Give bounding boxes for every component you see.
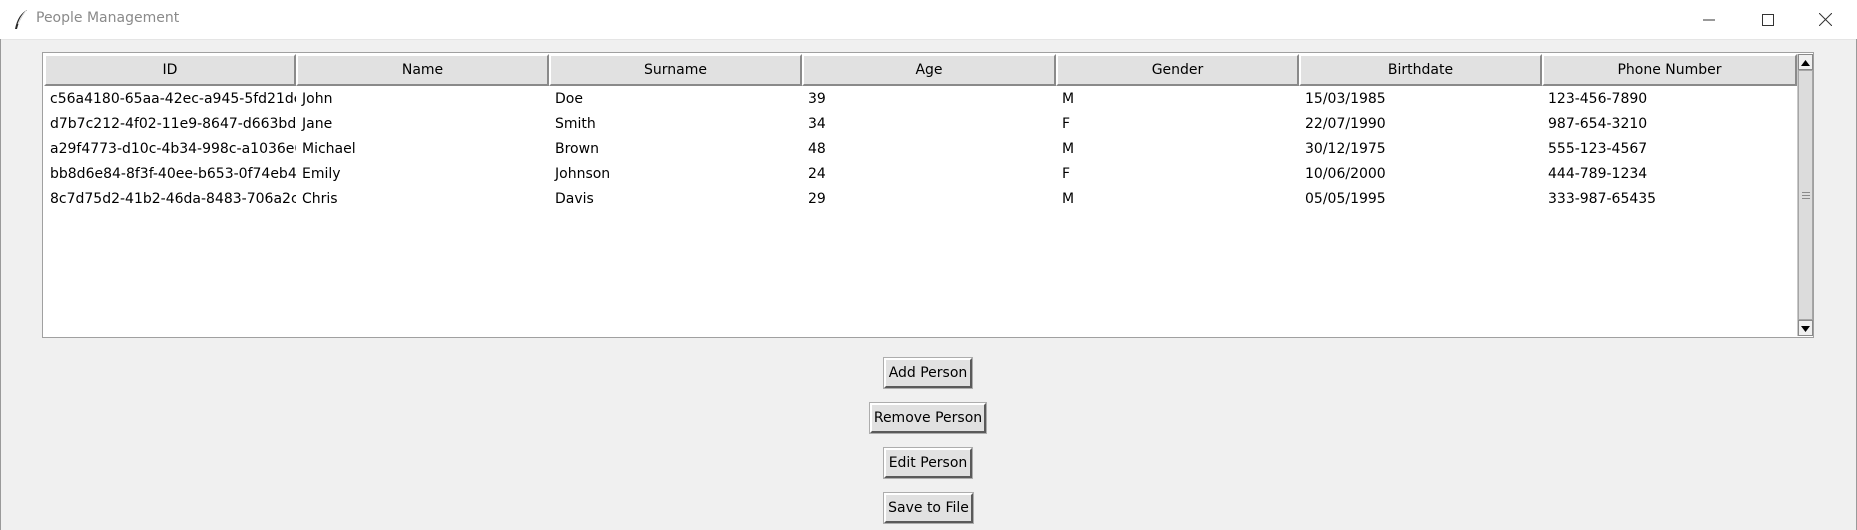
column-header-gender[interactable]: Gender: [1056, 54, 1299, 86]
cell-surname: Doe: [555, 90, 583, 107]
cell-phone: 123-456-7890: [1548, 90, 1648, 107]
minimize-button[interactable]: [1681, 0, 1737, 39]
cell-id: 8c7d75d2-41b2-46da-8483-706a2cdb: [50, 190, 296, 207]
people-table[interactable]: ID Name Surname Age Gender Birthdate Pho…: [42, 52, 1814, 338]
cell-birthdate: 10/06/2000: [1305, 165, 1386, 182]
scrollbar-thumb[interactable]: [1798, 70, 1813, 320]
cell-surname: Johnson: [555, 165, 611, 182]
window-title: People Management: [36, 10, 180, 26]
cell-birthdate: 22/07/1990: [1305, 115, 1386, 132]
cell-age: 29: [808, 190, 826, 207]
close-button[interactable]: [1797, 0, 1853, 39]
cell-surname: Smith: [555, 115, 596, 132]
close-icon: [1818, 13, 1832, 26]
save-to-file-button[interactable]: Save to File: [883, 492, 974, 524]
maximize-icon: [1762, 13, 1774, 26]
cell-age: 24: [808, 165, 826, 182]
scroll-down-button[interactable]: [1798, 320, 1813, 336]
minimize-icon: [1703, 14, 1715, 26]
grip-line: [1802, 198, 1810, 199]
edit-person-button[interactable]: Edit Person: [883, 447, 973, 479]
feather-icon: [12, 9, 30, 31]
cell-birthdate: 30/12/1975: [1305, 140, 1386, 157]
column-header-birthdate[interactable]: Birthdate: [1299, 54, 1542, 86]
table-header: ID Name Surname Age Gender Birthdate Pho…: [44, 54, 1797, 86]
cell-age: 48: [808, 140, 826, 157]
column-header-name[interactable]: Name: [296, 54, 549, 86]
cell-birthdate: 05/05/1995: [1305, 190, 1386, 207]
maximize-button[interactable]: [1740, 0, 1796, 39]
title-bar[interactable]: People Management: [0, 0, 1857, 40]
cell-phone: 555-123-4567: [1548, 140, 1648, 157]
grip-line: [1802, 195, 1810, 196]
table-row[interactable]: a29f4773-d10c-4b34-998c-a1036e648 Michae…: [44, 136, 1797, 161]
cell-gender: M: [1062, 190, 1075, 207]
cell-birthdate: 15/03/1985: [1305, 90, 1386, 107]
cell-age: 39: [808, 90, 826, 107]
vertical-scrollbar[interactable]: [1797, 54, 1813, 336]
cell-phone: 333-987-65435: [1548, 190, 1657, 207]
arrow-up-icon: [1801, 54, 1810, 70]
remove-person-button[interactable]: Remove Person: [869, 402, 987, 434]
cell-name: John: [302, 90, 333, 107]
cell-name: Emily: [302, 165, 341, 182]
cell-name: Chris: [302, 190, 338, 207]
cell-age: 34: [808, 115, 826, 132]
cell-gender: F: [1062, 165, 1071, 182]
cell-gender: M: [1062, 90, 1075, 107]
cell-name: Michael: [302, 140, 356, 157]
table-row[interactable]: d7b7c212-4f02-11e9-8647-d663bd87: Jane S…: [44, 111, 1797, 136]
cell-id: c56a4180-65aa-42ec-a945-5fd21dec0: [50, 90, 296, 107]
cell-id: a29f4773-d10c-4b34-998c-a1036e648: [50, 140, 296, 157]
cell-name: Jane: [302, 115, 333, 132]
cell-phone: 444-789-1234: [1548, 165, 1648, 182]
cell-gender: F: [1062, 115, 1071, 132]
column-header-phone-number[interactable]: Phone Number: [1542, 54, 1797, 86]
table-body: c56a4180-65aa-42ec-a945-5fd21dec0 John D…: [44, 86, 1797, 211]
grip-line: [1802, 192, 1810, 193]
cell-phone: 987-654-3210: [1548, 115, 1648, 132]
cell-id: d7b7c212-4f02-11e9-8647-d663bd87:: [50, 115, 296, 132]
table-row[interactable]: 8c7d75d2-41b2-46da-8483-706a2cdb Chris D…: [44, 186, 1797, 211]
window-frame-left: [0, 39, 1, 530]
add-person-button[interactable]: Add Person: [883, 357, 973, 389]
scroll-up-button[interactable]: [1798, 54, 1813, 70]
cell-surname: Davis: [555, 190, 594, 207]
cell-id: bb8d6e84-8f3f-40ee-b653-0f74eb4b4: [50, 165, 296, 182]
cell-surname: Brown: [555, 140, 599, 157]
column-header-age[interactable]: Age: [802, 54, 1056, 86]
arrow-down-icon: [1801, 320, 1810, 336]
table-row[interactable]: c56a4180-65aa-42ec-a945-5fd21dec0 John D…: [44, 86, 1797, 111]
cell-gender: M: [1062, 140, 1075, 157]
column-header-id[interactable]: ID: [44, 54, 296, 86]
column-header-surname[interactable]: Surname: [549, 54, 802, 86]
table-row[interactable]: bb8d6e84-8f3f-40ee-b653-0f74eb4b4 Emily …: [44, 161, 1797, 186]
